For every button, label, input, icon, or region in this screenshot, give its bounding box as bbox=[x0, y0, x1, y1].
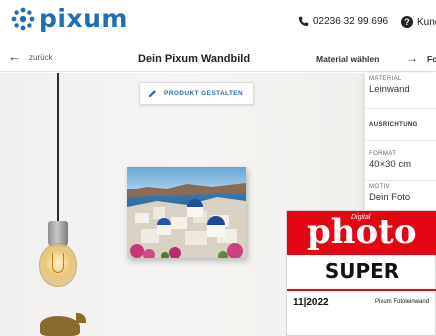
rhino-figurine bbox=[40, 316, 80, 336]
help-icon: ? bbox=[401, 16, 413, 28]
design-product-button[interactable]: PRODUKT GESTALTEN bbox=[139, 82, 255, 105]
pencil-icon bbox=[148, 90, 156, 98]
badge-product: Pixum Fotoleinwand bbox=[375, 299, 430, 305]
option-orientation-label: AUSRICHTUNG bbox=[369, 122, 418, 128]
badge-rating: SUPER bbox=[324, 259, 400, 283]
phone-contact[interactable]: 02236 32 99 696 bbox=[298, 16, 388, 27]
next-arrow-icon[interactable]: → bbox=[406, 51, 418, 65]
canvas-print-santorini[interactable] bbox=[127, 167, 246, 258]
lamp-cord bbox=[57, 73, 59, 223]
help-label: Kund bbox=[417, 16, 436, 28]
option-format[interactable]: FORMAT 40×30 cm bbox=[365, 141, 436, 181]
logo-wordmark: pixum bbox=[39, 4, 128, 33]
site-header: pixum 02236 32 99 696 ? Kund bbox=[0, 0, 436, 44]
option-material[interactable]: MATERIAL Leinwand bbox=[365, 73, 436, 109]
option-format-label: FORMAT bbox=[369, 151, 397, 157]
badge-header: Digital photo bbox=[287, 211, 436, 255]
bulb-filament bbox=[52, 253, 64, 273]
option-motif-label: MOTIV bbox=[369, 184, 390, 190]
option-orientation[interactable]: AUSRICHTUNG bbox=[365, 109, 436, 141]
rhino-horn bbox=[76, 313, 86, 323]
badge-photo-text: photo bbox=[307, 212, 417, 252]
pixum-logo[interactable]: pixum bbox=[10, 6, 128, 32]
badge-issue: 11|2022 bbox=[293, 297, 329, 308]
back-label: zurück bbox=[29, 52, 53, 62]
options-panel: MATERIAL Leinwand AUSRICHTUNG FORMAT 40×… bbox=[365, 73, 436, 223]
option-material-value: Leinwand bbox=[369, 84, 410, 95]
phone-icon bbox=[298, 16, 309, 27]
step-material[interactable]: Material wählen bbox=[316, 54, 379, 64]
design-button-label: PRODUKT GESTALTEN bbox=[164, 90, 244, 97]
back-link[interactable]: ← zurück bbox=[8, 49, 53, 64]
customer-service-link[interactable]: ? Kund bbox=[401, 16, 436, 28]
product-subnav: ← zurück Dein Pixum Wandbild Material wä… bbox=[0, 44, 436, 72]
page-title: Dein Pixum Wandbild bbox=[138, 53, 251, 65]
badge-footer: 11|2022 Pixum Fotoleinwand bbox=[287, 289, 436, 311]
option-material-label: MATERIAL bbox=[369, 76, 402, 82]
option-motif-value: Dein Foto bbox=[369, 192, 411, 203]
back-arrow-icon: ← bbox=[8, 49, 21, 64]
pixum-star-icon bbox=[11, 7, 35, 31]
step-next[interactable]: Fo bbox=[427, 54, 436, 64]
option-format-value: 40×30 cm bbox=[369, 159, 411, 170]
award-badge: Digital photo SUPER 11|2022 Pixum Fotole… bbox=[286, 210, 436, 336]
phone-number: 02236 32 99 696 bbox=[313, 16, 389, 27]
